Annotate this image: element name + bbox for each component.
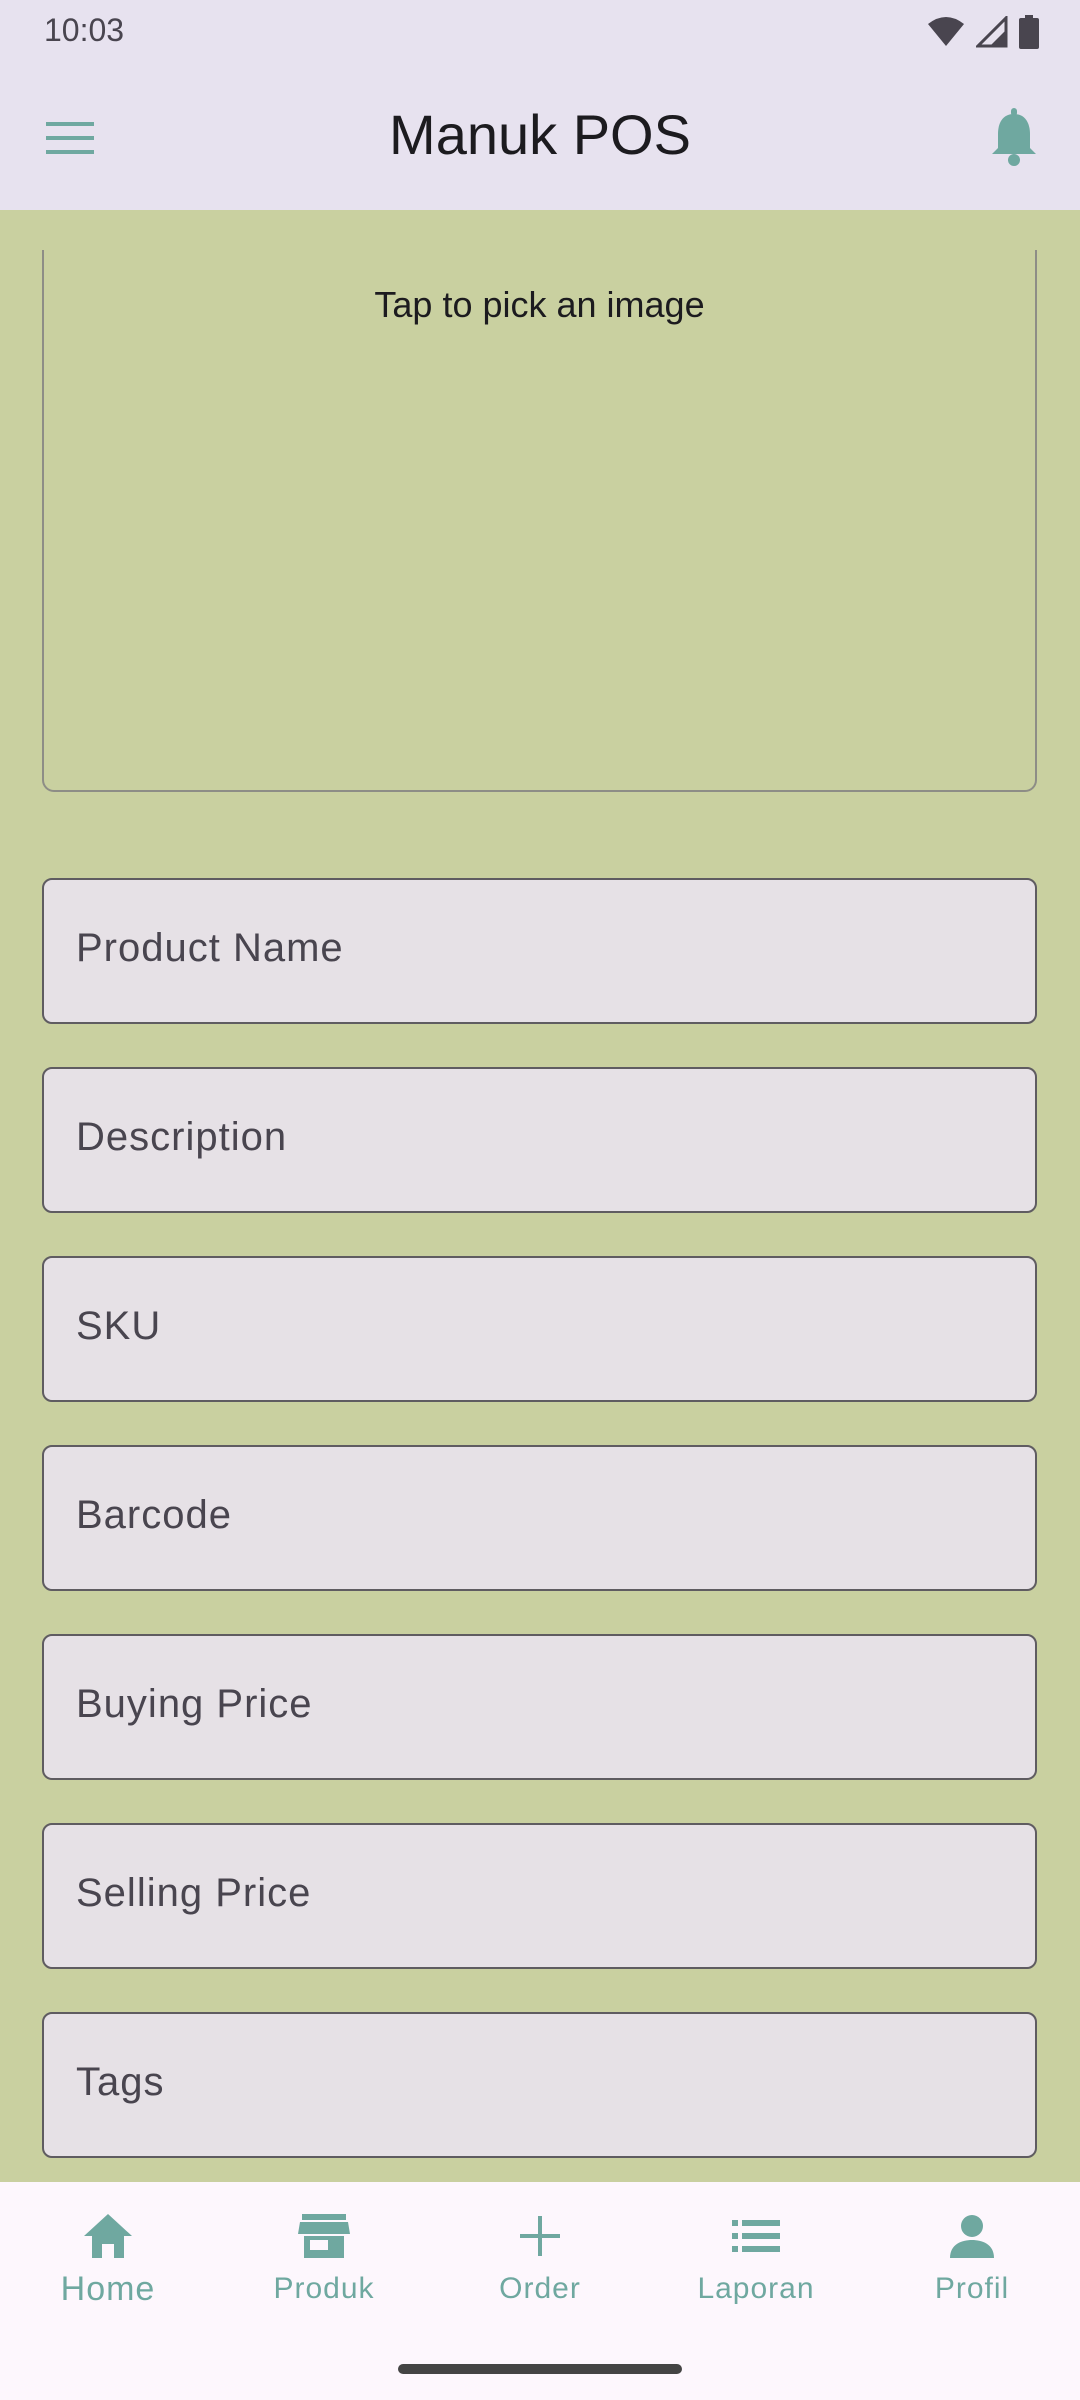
cell-signal-icon (976, 16, 1008, 48)
image-picker-label: Tap to pick an image (374, 284, 705, 325)
field-label: Product Name (76, 926, 344, 970)
status-bar: 10:03 (0, 0, 1080, 64)
nav-item-home[interactable]: Home (0, 2182, 216, 2332)
bell-icon[interactable] (986, 108, 1042, 168)
home-icon (84, 2214, 132, 2258)
image-picker[interactable]: Tap to pick an image (42, 250, 1037, 792)
nav-label-laporan: Laporan (697, 2272, 815, 2305)
product-form-content: Tap to pick an image Product Name Descri… (0, 210, 1080, 2182)
field-label: Selling Price (76, 1871, 312, 1915)
nav-label-profil: Profil (934, 2272, 1010, 2305)
battery-icon (1019, 15, 1039, 49)
field-label: Barcode (76, 1493, 232, 1537)
description-field[interactable]: Description (42, 1067, 1037, 1213)
nav-item-profil[interactable]: Profil (864, 2182, 1080, 2332)
tags-field[interactable]: Tags (42, 2012, 1037, 2158)
field-label: SKU (76, 1304, 162, 1348)
field-label: Tags (76, 2060, 165, 2104)
status-time: 10:03 (44, 12, 125, 48)
field-label: Buying Price (76, 1682, 313, 1726)
nav-label-produk: Produk (273, 2272, 375, 2305)
app-bar: Manuk POS (0, 64, 1080, 210)
product-name-field[interactable]: Product Name (42, 878, 1037, 1024)
sku-field[interactable]: SKU (42, 1256, 1037, 1402)
selling-price-field[interactable]: Selling Price (42, 1823, 1037, 1969)
field-label: Description (76, 1115, 288, 1159)
nav-label-order: Order (499, 2272, 581, 2305)
status-icons (926, 14, 1040, 50)
wifi-icon (928, 17, 964, 46)
nav-label-home: Home (60, 2270, 156, 2308)
barcode-field[interactable]: Barcode (42, 1445, 1037, 1591)
app-title: Manuk POS (389, 103, 691, 166)
nav-item-laporan[interactable]: Laporan (648, 2182, 864, 2332)
add-icon (520, 2216, 560, 2256)
buying-price-field[interactable]: Buying Price (42, 1634, 1037, 1780)
store-icon (298, 2214, 350, 2258)
gesture-bar[interactable] (398, 2364, 682, 2374)
nav-item-order[interactable]: Order (432, 2182, 648, 2332)
list-icon (732, 2220, 780, 2252)
person-icon (950, 2215, 994, 2258)
nav-item-produk[interactable]: Produk (216, 2182, 432, 2332)
